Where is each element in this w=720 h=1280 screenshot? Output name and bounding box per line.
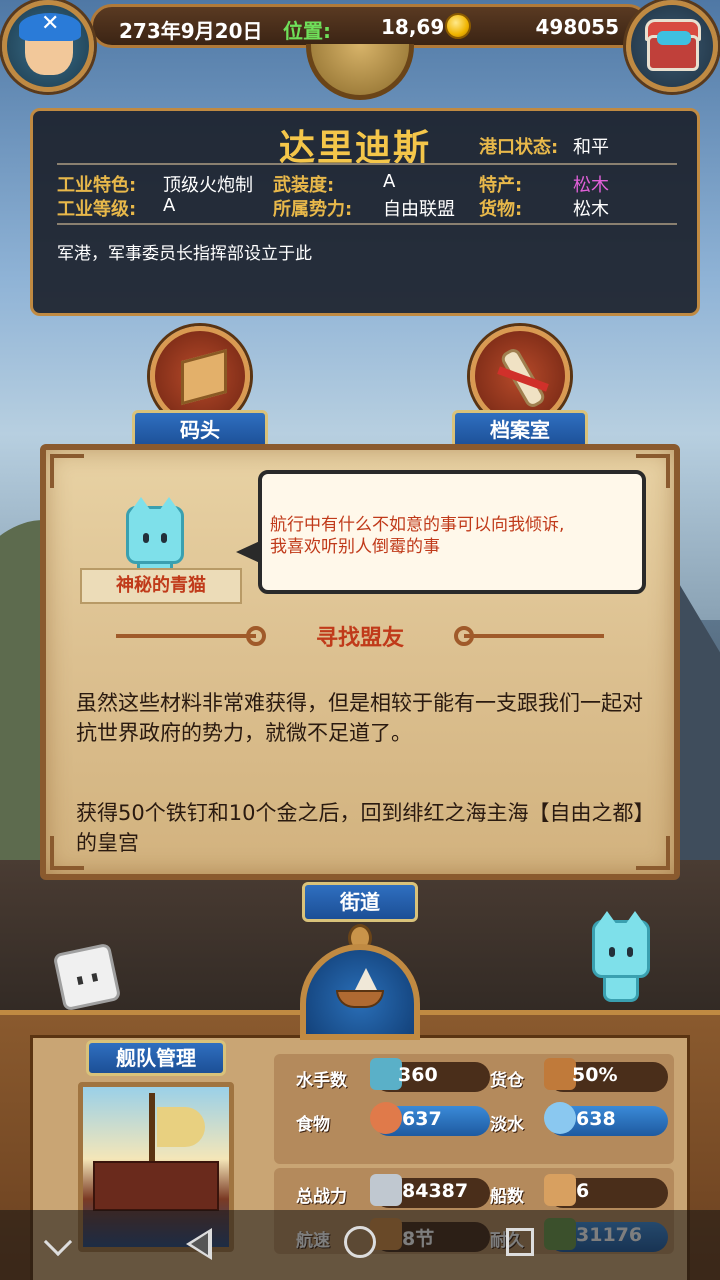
sail-icon [354, 968, 378, 992]
player-avatar[interactable]: ✕ [2, 0, 94, 92]
armament-label: 武装度: [273, 175, 335, 196]
crossed-swords-icon [370, 1174, 402, 1206]
archive-button[interactable]: 档案室 [452, 326, 588, 450]
gold-coin-icon [445, 13, 471, 39]
industry-feature-value: 顶级火炮制 [163, 175, 253, 196]
port-status-label: 港口状态: [479, 137, 559, 158]
faction-label: 所属势力: [273, 199, 353, 220]
industry-level-value: A [163, 195, 176, 216]
cargo-hold-value: 50% [572, 1064, 618, 1086]
water-jug-icon [544, 1102, 576, 1134]
food-label: 食物 [296, 1115, 330, 1135]
speech-bubble: 航行中有什么不如意的事可以向我倾诉, 我喜欢听别人倒霉的事 [236, 470, 646, 594]
system-nav-bar [0, 1210, 720, 1280]
status-bar: 273年9月20日 位置: 18,69 498055 [90, 4, 650, 48]
faction-value: 自由联盟 [383, 199, 455, 220]
divider [57, 163, 677, 165]
home-icon[interactable] [344, 1226, 376, 1258]
dock-button[interactable]: 码头 [132, 326, 268, 450]
stat-row: 水手数 360 货仓 50% [278, 1058, 678, 1096]
recent-apps-icon[interactable] [506, 1228, 534, 1256]
treasure-chest-button[interactable] [626, 0, 718, 92]
blue-cat-npc-icon [126, 497, 184, 564]
bubble-line-2: 我喜欢听别人倒霉的事 [270, 537, 440, 557]
gems-icon [657, 31, 691, 45]
water-value: 638 [576, 1108, 616, 1130]
street-button[interactable]: 街道 [302, 882, 418, 922]
meat-icon [370, 1102, 402, 1134]
divider [57, 223, 677, 225]
combat-power-label: 总战力 [296, 1187, 347, 1207]
port-info-panel: 达里迪斯 港口状态: 和平 工业特色: 顶级火炮制 武装度: A 特产: 松木 … [30, 108, 700, 316]
flourish-right [454, 626, 604, 646]
stat-row: 总战力 84387 船数 6 [278, 1174, 678, 1212]
port-status-value: 和平 [573, 137, 609, 158]
sailors-label: 水手数 [296, 1071, 347, 1091]
bubble-line-1: 航行中有什么不如意的事可以向我倾诉, [270, 515, 565, 535]
cargo-value: 松木 [573, 199, 609, 220]
ship-count-value: 6 [576, 1180, 590, 1202]
game-date: 273年9月20日 [119, 19, 263, 43]
position-value: 18,69 [381, 15, 445, 39]
sailors-value: 360 [398, 1064, 438, 1086]
specialty-value: 松木 [573, 175, 609, 196]
specialty-label: 特产: [479, 175, 523, 196]
industry-feature-label: 工业特色: [57, 175, 137, 196]
gold-amount: 498055 [535, 15, 620, 39]
fleet-management-button[interactable]: 舰队管理 [86, 1040, 226, 1076]
blue-cat-mascot-icon[interactable] [592, 911, 650, 978]
cargo-label: 货物: [479, 199, 523, 220]
food-value: 637 [402, 1108, 442, 1130]
chevron-down-icon[interactable] [43, 1227, 73, 1257]
combat-power-value: 84387 [402, 1180, 469, 1202]
quest-goal: 获得50个铁钉和10个金之后，回到绯红之海主海【自由之都】的皇宫 [76, 801, 655, 855]
back-icon[interactable] [186, 1228, 212, 1260]
port-description: 军港，军事委员长指挥部设立于此 [57, 244, 312, 264]
sail-ship-icon [544, 1174, 576, 1206]
water-label: 淡水 [490, 1115, 524, 1135]
npc-name: 神秘的青猫 [80, 568, 242, 604]
ship-helm-icon [336, 990, 384, 1008]
quest-body: 虽然这些材料非常难获得，但是相较于能有一支跟我们一起对抗世界政府的势力，就微不足… [76, 691, 643, 745]
cargo-hold-label: 货仓 [490, 1071, 524, 1091]
dock-pier-icon [181, 348, 227, 406]
armament-value: A [383, 171, 396, 192]
industry-level-label: 工业等级: [57, 199, 137, 220]
white-cube-character-icon[interactable] [52, 942, 122, 1012]
position-label: 位置: [283, 19, 331, 43]
stat-row: 食物 637 淡水 638 [278, 1102, 678, 1140]
ship-count-label: 船数 [490, 1187, 524, 1207]
quest-dialog[interactable]: 神秘的青猫 航行中有什么不如意的事可以向我倾诉, 我喜欢听别人倒霉的事 寻找盟友… [40, 444, 680, 880]
